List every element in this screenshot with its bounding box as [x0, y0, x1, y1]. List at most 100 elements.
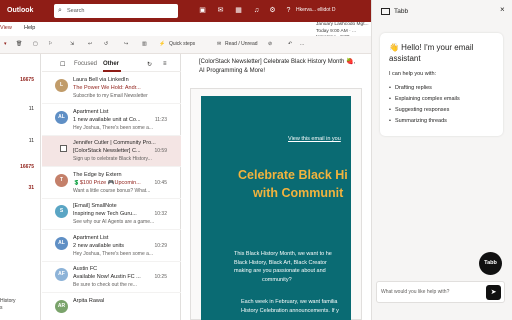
- folder-count[interactable]: 11: [29, 138, 34, 144]
- tab-focused[interactable]: Focused: [74, 61, 97, 67]
- folder-count[interactable]: 31: [28, 185, 34, 191]
- tab-help[interactable]: Help: [24, 25, 35, 31]
- headline-line: with Communit: [253, 186, 344, 200]
- settings-icon[interactable]: ⚙: [268, 6, 277, 15]
- message-checkbox[interactable]: [60, 145, 67, 152]
- reply-icon[interactable]: ↩: [88, 41, 92, 47]
- message-preview: Hey Joshua, There's been some a...: [73, 124, 154, 131]
- tab-view[interactable]: View: [0, 25, 12, 31]
- assistant-launcher-button[interactable]: Tabb: [479, 252, 502, 275]
- skill-item: Drafting replies: [389, 83, 460, 94]
- message-row[interactable]: AF Austin FC Available Now! Austin FC ... 1…: [42, 262, 181, 293]
- message-time: 10:59: [154, 148, 167, 154]
- newsletter-banner: [201, 96, 351, 320]
- read-unread-icon: ✉: [217, 41, 222, 47]
- message-sender: Apartment List: [73, 108, 109, 115]
- body-line: community?: [262, 276, 292, 283]
- message-row[interactable]: S [Email] SmallNote Inspiring new Tech Gur…: [42, 199, 181, 230]
- reading-pane: [ColorStack Newsletter] Celebrate Black …: [182, 54, 371, 320]
- message-list: ☐ Focused Other ↻ ≡ L Laura Bell via Link…: [42, 54, 181, 320]
- tab-other[interactable]: Other: [103, 61, 119, 67]
- select-all-icon[interactable]: ☐: [60, 61, 65, 68]
- sort-icon[interactable]: ≡: [163, 61, 167, 67]
- message-preview: Be sure to check out the re...: [73, 282, 137, 288]
- reply-all-icon[interactable]: ↺: [104, 41, 108, 47]
- message-preview: Want a little course bonus? What...: [73, 187, 151, 194]
- top-bar: Outlook ⌕ Search ▣ ✉ ▦ ♫ ⚙ ? Hkerva... e…: [0, 0, 371, 22]
- folder-count-inbox[interactable]: 16675: [20, 77, 34, 83]
- message-time: 11:23: [154, 116, 167, 123]
- send-icon[interactable]: ➤: [486, 285, 501, 300]
- message-row[interactable]: T The Edge by Extern 💲$100 Prize 🎮Upcomin.…: [42, 168, 181, 199]
- message-subject: Inspiring new Tech Guru...: [73, 211, 137, 217]
- body-line: Black History, Black Art, Black Creator: [234, 259, 327, 266]
- message-sender: [Email] SmallNote: [73, 203, 117, 209]
- folder-history[interactable]: History s: [0, 298, 16, 312]
- event-title: January Lashcodo Mgt...: [316, 22, 369, 27]
- forward-icon[interactable]: ↪: [124, 41, 128, 47]
- quick-steps-button[interactable]: Quick steps: [169, 41, 195, 47]
- app-brand[interactable]: Outlook: [7, 7, 33, 14]
- ribbon-toolbar: ▾ 🗑 ▢ ⚐ ⇲ ↩ ↺ ↪ ▥ ⚡ Quick steps ✉ Read /…: [0, 36, 371, 54]
- message-row[interactable]: Jennifer Cutler | Community Pro... [Color…: [42, 136, 181, 167]
- message-row[interactable]: AL Apartment List 1 new available unit at …: [42, 105, 181, 136]
- help-icon[interactable]: ?: [284, 6, 293, 15]
- folder-count[interactable]: 11: [29, 106, 34, 112]
- assistant-chat-input[interactable]: What would you like help with? ➤: [376, 281, 505, 303]
- message-row[interactable]: AL Apartment List 2 new available units 10:…: [42, 231, 181, 262]
- skill-item: Summarizing threads: [389, 116, 460, 127]
- newsletter-paragraph: Each week in February, we want familia H…: [241, 298, 339, 315]
- message-subject: The Power We Hold: Andr...: [73, 85, 141, 91]
- inbox-tabs: ☐ Focused Other ↻ ≡: [42, 58, 181, 72]
- view-in-browser-link[interactable]: View this email in you: [288, 136, 341, 142]
- message-time: 10:32: [154, 211, 167, 217]
- message-subject: Available Now! Austin FC ...: [73, 274, 141, 280]
- folder-label: s: [0, 305, 3, 311]
- flag-icon[interactable]: ⚐: [48, 41, 52, 47]
- quick-steps-icon: ⚡: [159, 41, 166, 47]
- delete-icon[interactable]: 🗑: [16, 41, 22, 47]
- more-options-button[interactable]: ...: [300, 41, 304, 47]
- avatar: AF: [55, 268, 68, 281]
- avatar: T: [55, 173, 68, 187]
- message-sender: Jennifer Cutler | Community Pro...: [73, 140, 156, 146]
- calendar-icon[interactable]: ▦: [234, 6, 243, 15]
- filter-icon[interactable]: ↻: [147, 61, 152, 68]
- archive-icon[interactable]: ▢: [33, 41, 38, 47]
- read-unread-button[interactable]: Read / Unread: [225, 41, 258, 47]
- message-sender: The Edge by Extern: [73, 171, 122, 178]
- hamburger-icon[interactable]: ▾: [4, 41, 7, 47]
- email-subject: [ColorStack Newsletter] Celebrate Black …: [199, 59, 356, 74]
- meet-now-icon[interactable]: ▣: [198, 6, 207, 15]
- body-line: History Celebration announcements. If y: [241, 307, 339, 314]
- folder-count[interactable]: 16675: [20, 164, 34, 170]
- message-sender: Apartment List: [73, 234, 109, 241]
- search-input[interactable]: Search: [67, 8, 84, 14]
- message-time: 10:25: [154, 274, 167, 280]
- avatar: AL: [55, 110, 68, 124]
- undo-icon[interactable]: ↶: [288, 41, 292, 47]
- skill-item: Explaining complex emails: [389, 94, 460, 105]
- search-icon: ⌕: [58, 7, 62, 14]
- tag-icon[interactable]: ⊘: [268, 41, 272, 47]
- message-subject: [ColorStack Newsletter] C...: [73, 148, 141, 154]
- search-box[interactable]: ⌕ Search: [54, 4, 178, 18]
- mail-icon[interactable]: ✉: [216, 6, 225, 15]
- folder-label: History: [0, 298, 16, 304]
- envelope-icon: [381, 8, 390, 15]
- account-label[interactable]: Hkerva... ellidot D: [296, 7, 335, 13]
- message-preview: Hey Joshua, There's been some a...: [73, 250, 154, 257]
- assistant-skill-list: Drafting replies Explaining complex emai…: [389, 83, 460, 127]
- message-row[interactable]: L Laura Bell via LinkedIn The Power We Hol…: [42, 73, 181, 104]
- message-time: 10:45: [154, 179, 167, 186]
- newsletter-headline: Celebrate Black Hi with Communit: [238, 166, 348, 202]
- chat-input-placeholder[interactable]: What would you like help with?: [381, 289, 449, 295]
- message-row[interactable]: AR Arpita Rawal: [42, 294, 181, 320]
- share-icon[interactable]: ▥: [142, 41, 147, 47]
- message-sender: Austin FC: [73, 266, 98, 272]
- close-icon[interactable]: ×: [500, 5, 505, 14]
- notification-icon[interactable]: ♫: [252, 6, 261, 15]
- move-icon[interactable]: ⇲: [70, 41, 74, 47]
- body-line: Each week in February, we want familia: [241, 299, 338, 305]
- message-subject: 1 new available unit at Co...: [73, 116, 141, 123]
